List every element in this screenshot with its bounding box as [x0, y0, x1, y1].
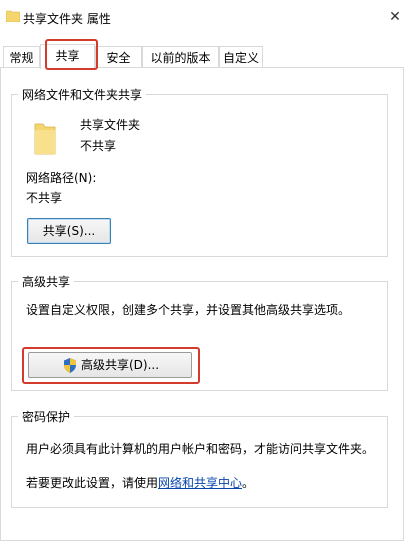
advanced-sharing-title: 高级共享	[22, 275, 71, 289]
close-button[interactable]: ✕	[386, 8, 404, 26]
folder-name: 共享文件夹	[80, 118, 141, 132]
window-title: 共享文件夹 属性	[23, 12, 111, 26]
folder-share-status: 不共享	[80, 139, 117, 153]
tab-security[interactable]: 安全	[95, 46, 142, 68]
tab-customize[interactable]: 自定义	[219, 46, 263, 68]
advanced-sharing-button-label: 高级共享(D)...	[81, 358, 160, 372]
network-path-value: 不共享	[26, 191, 63, 205]
close-icon: ✕	[389, 9, 401, 25]
network-sharing-center-link[interactable]: 网络和共享中心	[158, 476, 242, 490]
title-bar: 共享文件夹 属性 ✕	[0, 0, 412, 34]
password-protection-description: 用户必须具有此计算机的用户帐户和密码，才能访问共享文件夹。	[26, 442, 375, 456]
tab-general[interactable]: 常规	[3, 46, 40, 68]
password-protection-title: 密码保护	[22, 410, 71, 424]
tab-previous-versions[interactable]: 以前的版本	[142, 46, 219, 68]
folder-icon	[6, 10, 20, 22]
tab-sharing[interactable]: 共享	[40, 44, 95, 69]
password-change-text: 若要更改此设置，请使用网络和共享中心。	[26, 476, 255, 490]
share-button[interactable]: 共享(S)...	[27, 218, 111, 244]
network-sharing-title: 网络文件和文件夹共享	[22, 88, 143, 102]
advanced-sharing-description: 设置自定义权限，创建多个共享，并设置其他高级共享选项。	[26, 303, 351, 317]
advanced-sharing-button[interactable]: 高级共享(D)...	[28, 352, 192, 378]
network-path-label: 网络路径(N):	[26, 171, 97, 185]
shield-icon	[64, 358, 76, 373]
folder-icon	[34, 123, 56, 155]
tab-strip: 常规 共享 安全 以前的版本 自定义	[0, 44, 412, 69]
password-protection-group: 密码保护	[11, 408, 388, 508]
